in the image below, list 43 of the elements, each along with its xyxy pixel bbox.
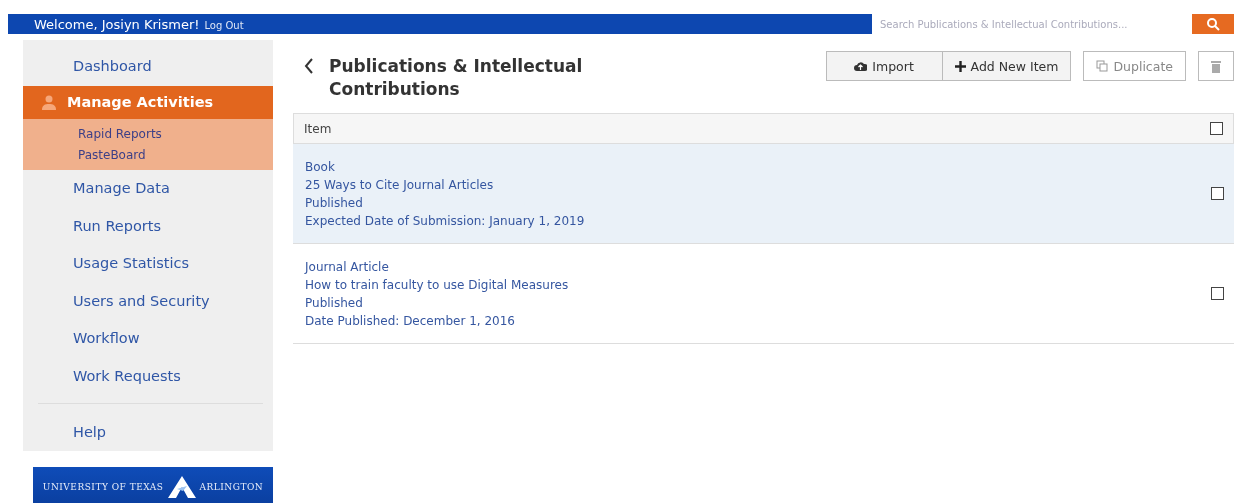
- search-field[interactable]: Search Publications & Intellectual Contributions...: [872, 14, 1192, 34]
- welcome-text: Welcome, Josiyn Krismer!: [34, 16, 200, 32]
- a-emblem-icon: [166, 475, 197, 499]
- search-button[interactable]: [1192, 14, 1234, 34]
- sidebar-item[interactable]: Run Reports: [23, 207, 273, 245]
- item-detail: Published: [305, 194, 364, 212]
- sidebar-item[interactable]: Help: [23, 413, 273, 451]
- add-item-button[interactable]: Add New Item: [941, 51, 1072, 81]
- row-checkbox[interactable]: [1211, 187, 1224, 200]
- duplicate-button[interactable]: Duplicate: [1083, 51, 1186, 81]
- logo-text: UNIVERSITY OF TEXAS: [42, 482, 164, 492]
- sidebar-item[interactable]: Work Requests: [23, 357, 273, 395]
- cloud-icon: [854, 60, 868, 72]
- item-detail: How to train faculty to use Digital Measures: [305, 276, 569, 294]
- select-all-checkbox[interactable]: [1210, 122, 1223, 135]
- back-icon[interactable]: [303, 57, 315, 75]
- column-header: Item: [304, 121, 332, 136]
- submenu-item[interactable]: Rapid Reports: [78, 123, 273, 145]
- item-detail: Journal Article: [305, 258, 390, 276]
- search-icon: [1206, 17, 1220, 31]
- submenu-item[interactable]: PasteBoard: [78, 144, 273, 166]
- import-button[interactable]: Import: [825, 51, 943, 81]
- item-detail: 25 Ways to Cite Journal Articles: [305, 176, 495, 194]
- person-icon: [41, 94, 57, 110]
- table-row[interactable]: Journal Article How to train faculty to use Digital Measures Published Date Published: December 1, 2016: [293, 244, 1234, 344]
- page-title: Publications & Intellectual Contributions: [329, 55, 584, 101]
- sidebar-item[interactable]: Workflow: [23, 319, 273, 357]
- sidebar-item[interactable]: Usage Statistics: [23, 244, 273, 282]
- sidebar-item[interactable]: Dashboard: [23, 47, 273, 85]
- item-detail: Book: [305, 158, 336, 176]
- logout-link[interactable]: Log Out: [204, 19, 244, 31]
- item-detail: Expected Date of Submission: January 1, 2019: [305, 212, 585, 230]
- sidebar-item[interactable]: Users and Security: [23, 282, 273, 320]
- table-row[interactable]: Book 25 Ways to Cite Journal Articles Published Expected Date of Submission: January 1, 2019: [293, 144, 1234, 244]
- trash-icon: [1211, 59, 1221, 73]
- logo-text: ARLINGTON: [199, 482, 264, 492]
- plus-icon: [954, 60, 966, 72]
- item-detail: Published: [305, 294, 364, 312]
- sidebar-item[interactable]: Manage Data: [23, 169, 273, 207]
- sidebar-item[interactable]: Manage Activities: [23, 85, 273, 119]
- item-detail: Date Published: December 1, 2016: [305, 312, 516, 330]
- copy-icon: [1096, 60, 1109, 72]
- row-checkbox[interactable]: [1211, 287, 1224, 300]
